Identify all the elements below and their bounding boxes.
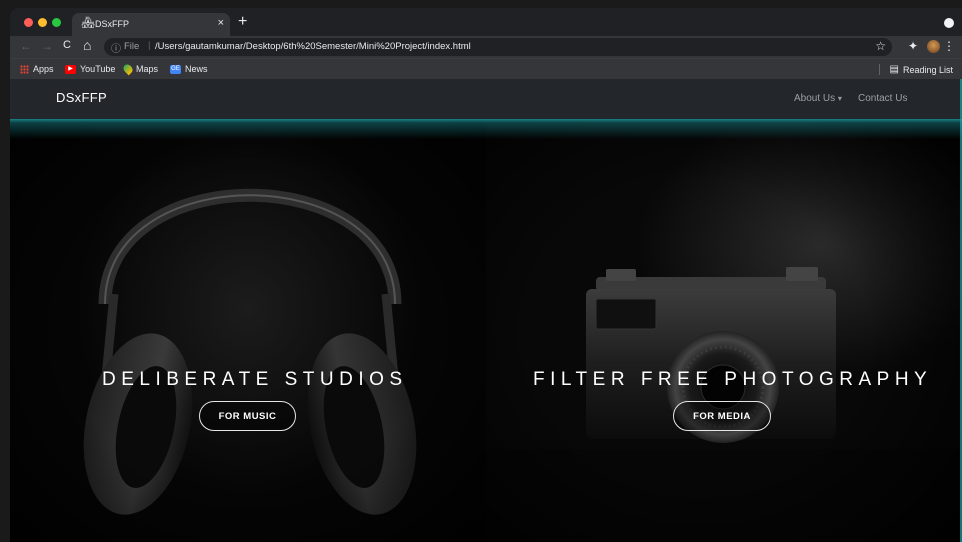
profile-avatar[interactable] [927,40,940,53]
bookmark-label: Apps [33,64,54,74]
tab-dsxffp[interactable]: 🏘 DSxFFP × [72,13,230,36]
tab-strip: 🏘 DSxFFP × + [10,8,962,36]
browser-toolbar: ← → C ⌂ ⓘ File | /Users/gautamkumar/Desk… [10,36,962,58]
close-window-button[interactable] [24,18,33,27]
tab-title: DSxFFP [95,19,130,29]
bookmark-label: News [185,64,208,74]
site-info-icon[interactable]: ⓘ [111,40,121,55]
maps-pin-icon [121,62,135,76]
bookmarks-bar: Apps ▶ YouTube Maps GE News ▤ Reading Li… [10,58,962,79]
minimize-window-button[interactable] [38,18,47,27]
camera-image [486,119,962,542]
headphones-image [10,119,486,542]
url-text[interactable]: /Users/gautamkumar/Desktop/6th%20Semeste… [155,41,471,52]
for-music-button[interactable]: FOR MUSIC [199,401,296,431]
nav-contact-us[interactable]: Contact Us [858,93,907,104]
reading-list-icon: ▤ [889,64,899,75]
profile-status-icon[interactable] [944,18,954,28]
youtube-icon: ▶ [65,64,76,74]
bookmark-label: Maps [136,64,159,74]
reading-list-label: Reading List [902,64,953,75]
bookmark-news[interactable]: GE News [170,64,208,74]
close-tab-icon[interactable]: × [218,17,224,29]
bookmark-star-icon[interactable]: ☆ [875,39,886,53]
google-news-icon: GE [170,64,181,74]
back-arrow-icon[interactable]: ← [20,39,32,53]
url-separator: | [148,40,151,51]
url-scheme-label: File [124,41,140,52]
favicon-icon: 🏘 [81,17,95,29]
apps-grid-icon [20,64,29,74]
zoom-window-button[interactable] [52,18,61,27]
chrome-menu-icon[interactable]: ⋮ [943,39,955,53]
bookmark-apps[interactable]: Apps [20,64,54,74]
nav-about-us-label: About Us [794,93,836,104]
extensions-puzzle-icon[interactable]: ✦ [908,39,918,53]
hero-media-panel: FILTER FREE PHOTOGRAPHY FOR MEDIA [486,119,962,542]
browser-window: 🏘 DSxFFP × + ← → C ⌂ ⓘ File | /Users/gau… [10,8,962,542]
navbar-glow [10,117,962,139]
bookmark-label: YouTube [80,64,116,74]
hero-music-panel: DELIBERATE STUDIOS FOR MUSIC [10,119,486,542]
for-media-button[interactable]: FOR MEDIA [673,401,771,431]
site-navbar: DSxFFP About Us ▾ Contact Us [10,79,962,119]
caret-down-icon: ▾ [837,94,842,103]
nav-about-us[interactable]: About Us ▾ [794,93,842,104]
reading-list-button[interactable]: ▤ Reading List [878,64,953,75]
hero-title-music: DELIBERATE STUDIOS [102,369,408,390]
home-icon[interactable]: ⌂ [83,37,91,53]
page-viewport: DELIBERATE STUDIOS FOR MUSIC FILTER FREE… [10,79,962,542]
bookmark-youtube[interactable]: ▶ YouTube [65,64,115,74]
reload-icon[interactable]: C [63,39,71,51]
site-brand[interactable]: DSxFFP [56,90,107,105]
new-tab-button[interactable]: + [238,13,247,31]
address-bar[interactable]: ⓘ File | /Users/gautamkumar/Desktop/6th%… [104,38,892,56]
bookmark-maps[interactable]: Maps [121,62,159,76]
hero-title-media: FILTER FREE PHOTOGRAPHY [533,369,933,390]
forward-arrow-icon[interactable]: → [41,39,53,53]
